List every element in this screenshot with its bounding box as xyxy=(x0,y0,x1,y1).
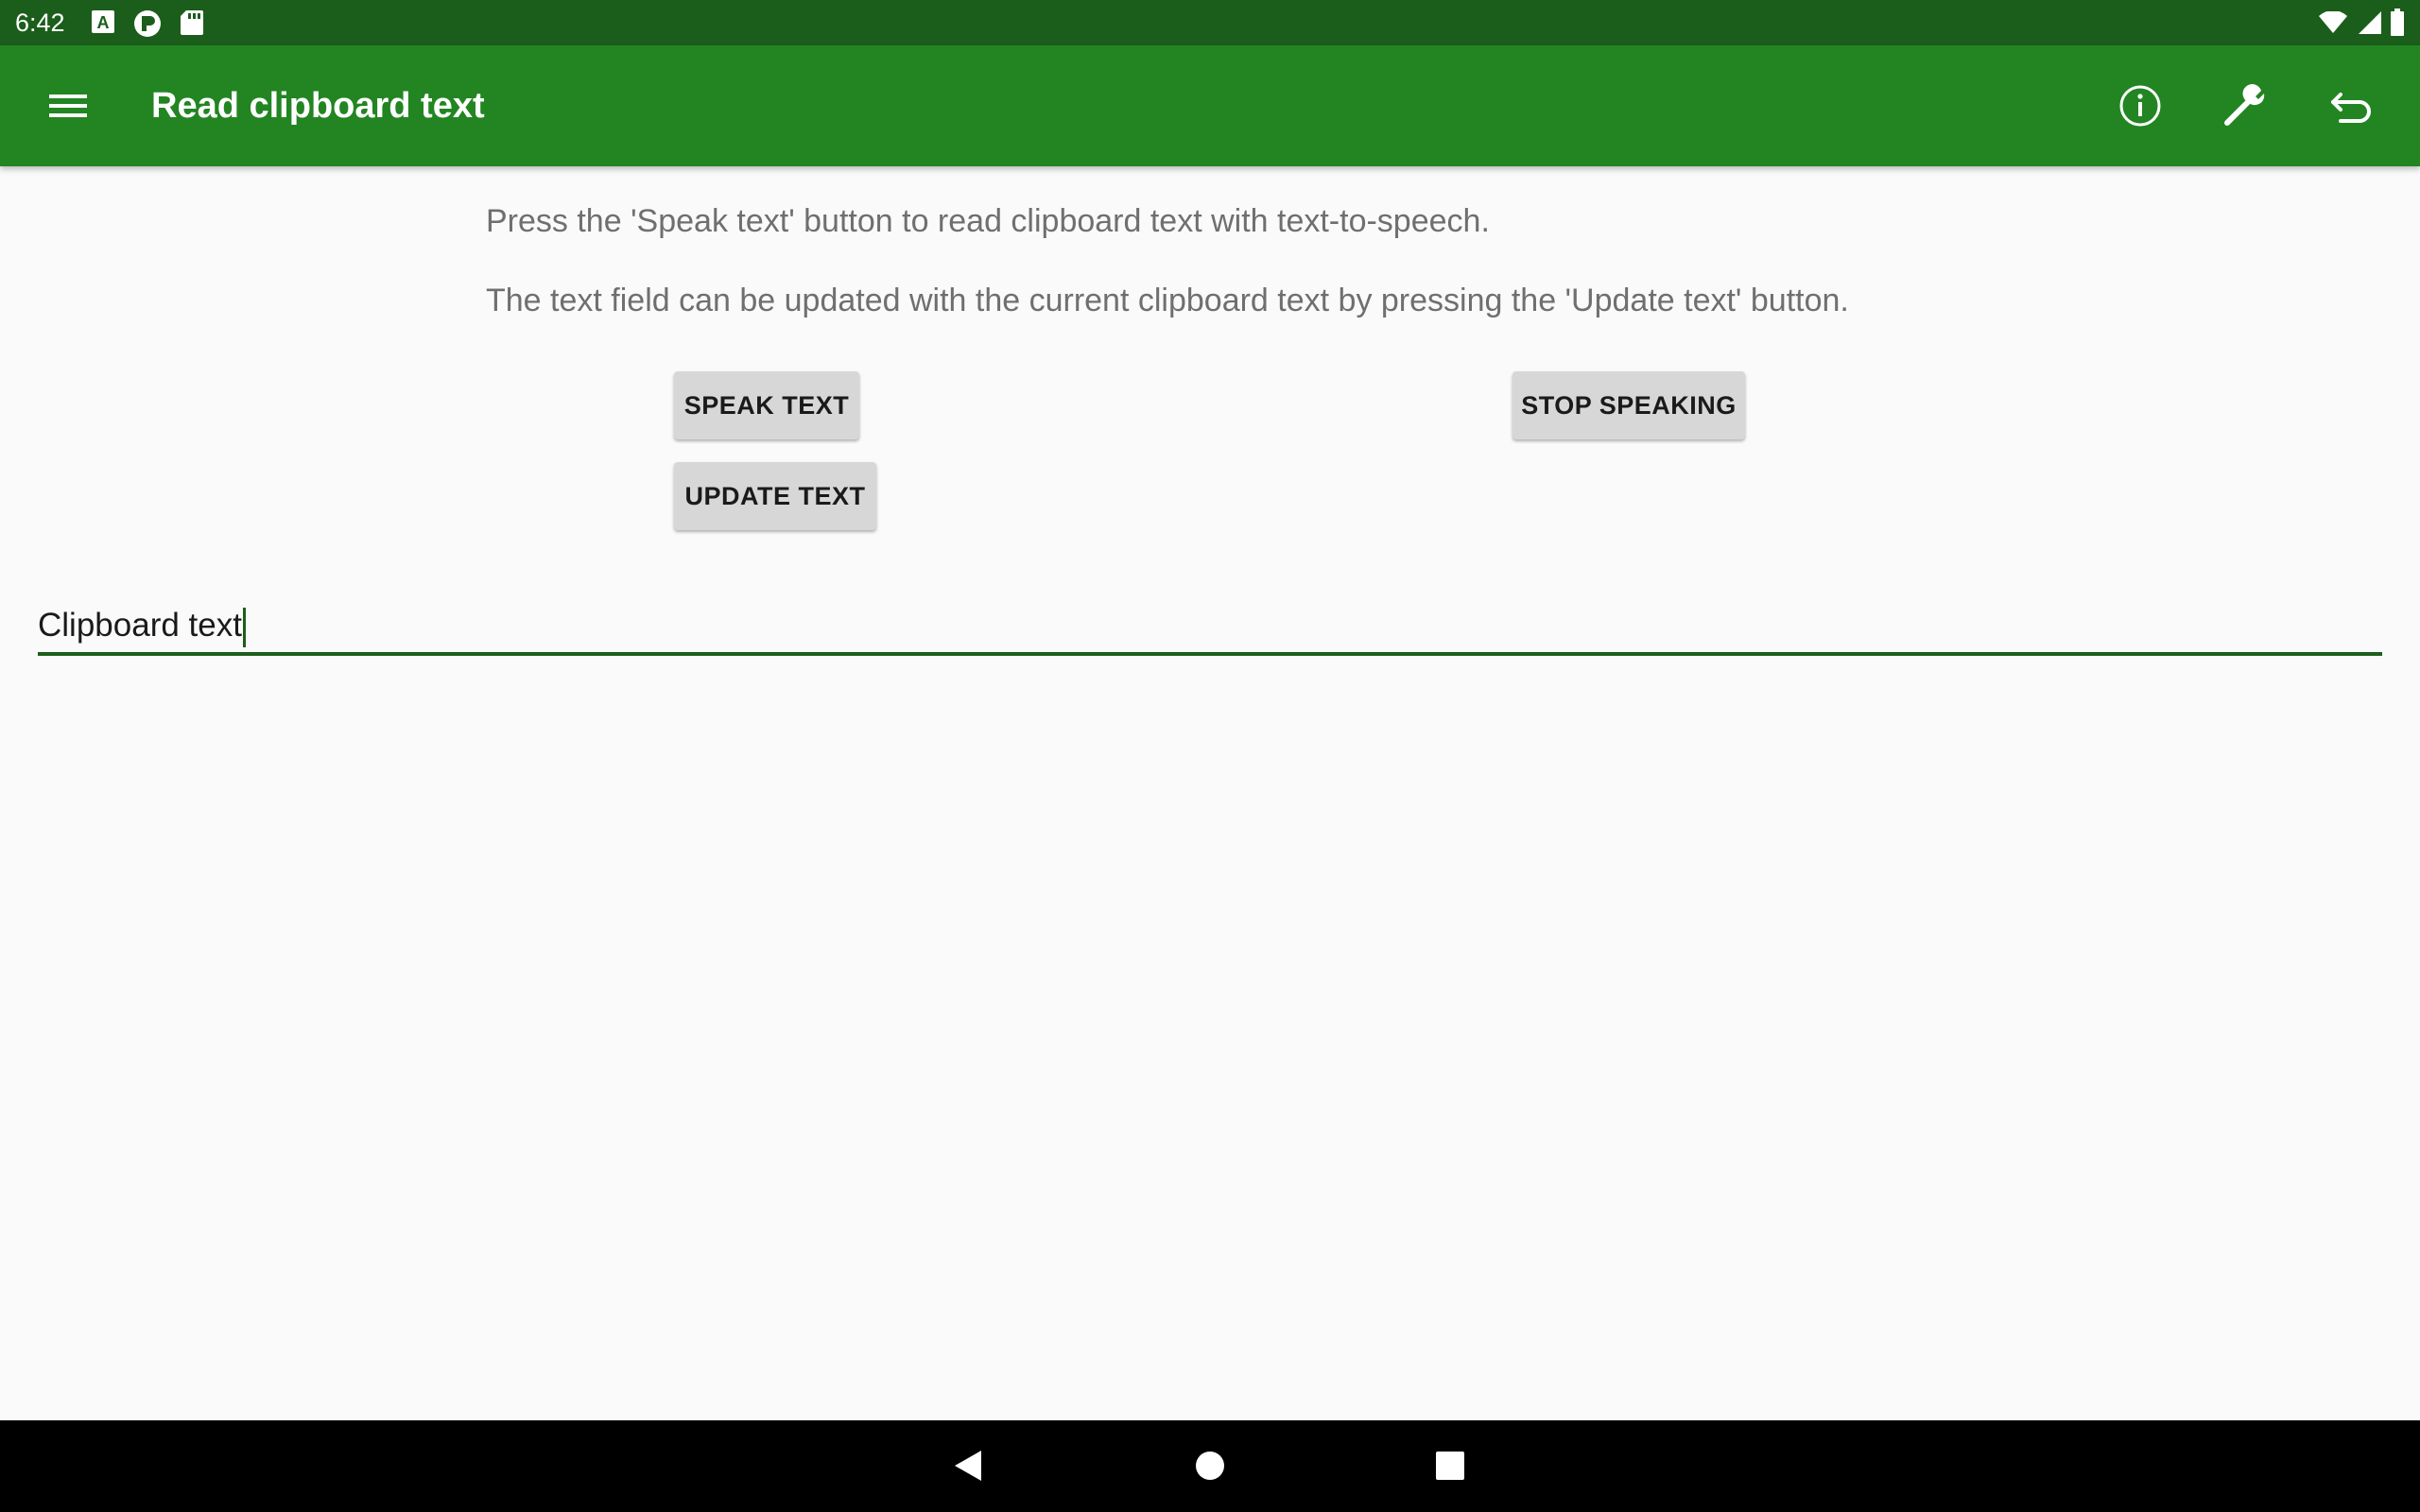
sd-card-icon xyxy=(180,9,204,41)
info-icon[interactable] xyxy=(2108,74,2172,138)
app-bar: Read clipboard text xyxy=(0,45,2420,166)
wifi-icon xyxy=(2318,10,2348,39)
hamburger-menu-icon[interactable] xyxy=(38,83,98,129)
wrench-icon[interactable] xyxy=(2214,74,2278,138)
home-icon[interactable] xyxy=(1185,1441,1235,1490)
navigation-bar xyxy=(0,1420,2420,1512)
speak-text-button[interactable]: SPEAK TEXT xyxy=(674,371,859,439)
status-time: 6:42 xyxy=(15,9,65,37)
clipboard-text-field[interactable]: Clipboard text xyxy=(38,592,2382,658)
update-text-button[interactable]: UPDATE TEXT xyxy=(674,462,876,530)
stop-speaking-button[interactable]: STOP SPEAKING xyxy=(1512,371,1745,439)
back-icon[interactable] xyxy=(945,1441,994,1490)
notification-p-icon xyxy=(132,9,163,43)
recents-icon[interactable] xyxy=(1426,1441,1475,1490)
notification-a-icon: A xyxy=(91,9,115,39)
clipboard-text-value[interactable]: Clipboard text xyxy=(38,605,246,647)
battery-icon xyxy=(2390,9,2405,42)
undo-icon[interactable] xyxy=(2320,74,2384,138)
status-bar: 6:42 A xyxy=(0,0,2420,45)
page-title: Read clipboard text xyxy=(151,86,485,126)
cell-signal-icon xyxy=(2358,10,2382,40)
instruction-speak: Press the 'Speak text' button to read cl… xyxy=(486,203,1490,239)
svg-text:A: A xyxy=(97,13,110,32)
instruction-update: The text field can be updated with the c… xyxy=(486,283,1849,318)
clipboard-text-content: Clipboard text xyxy=(38,607,242,644)
text-cursor xyxy=(242,607,246,647)
text-field-underline xyxy=(38,652,2382,656)
